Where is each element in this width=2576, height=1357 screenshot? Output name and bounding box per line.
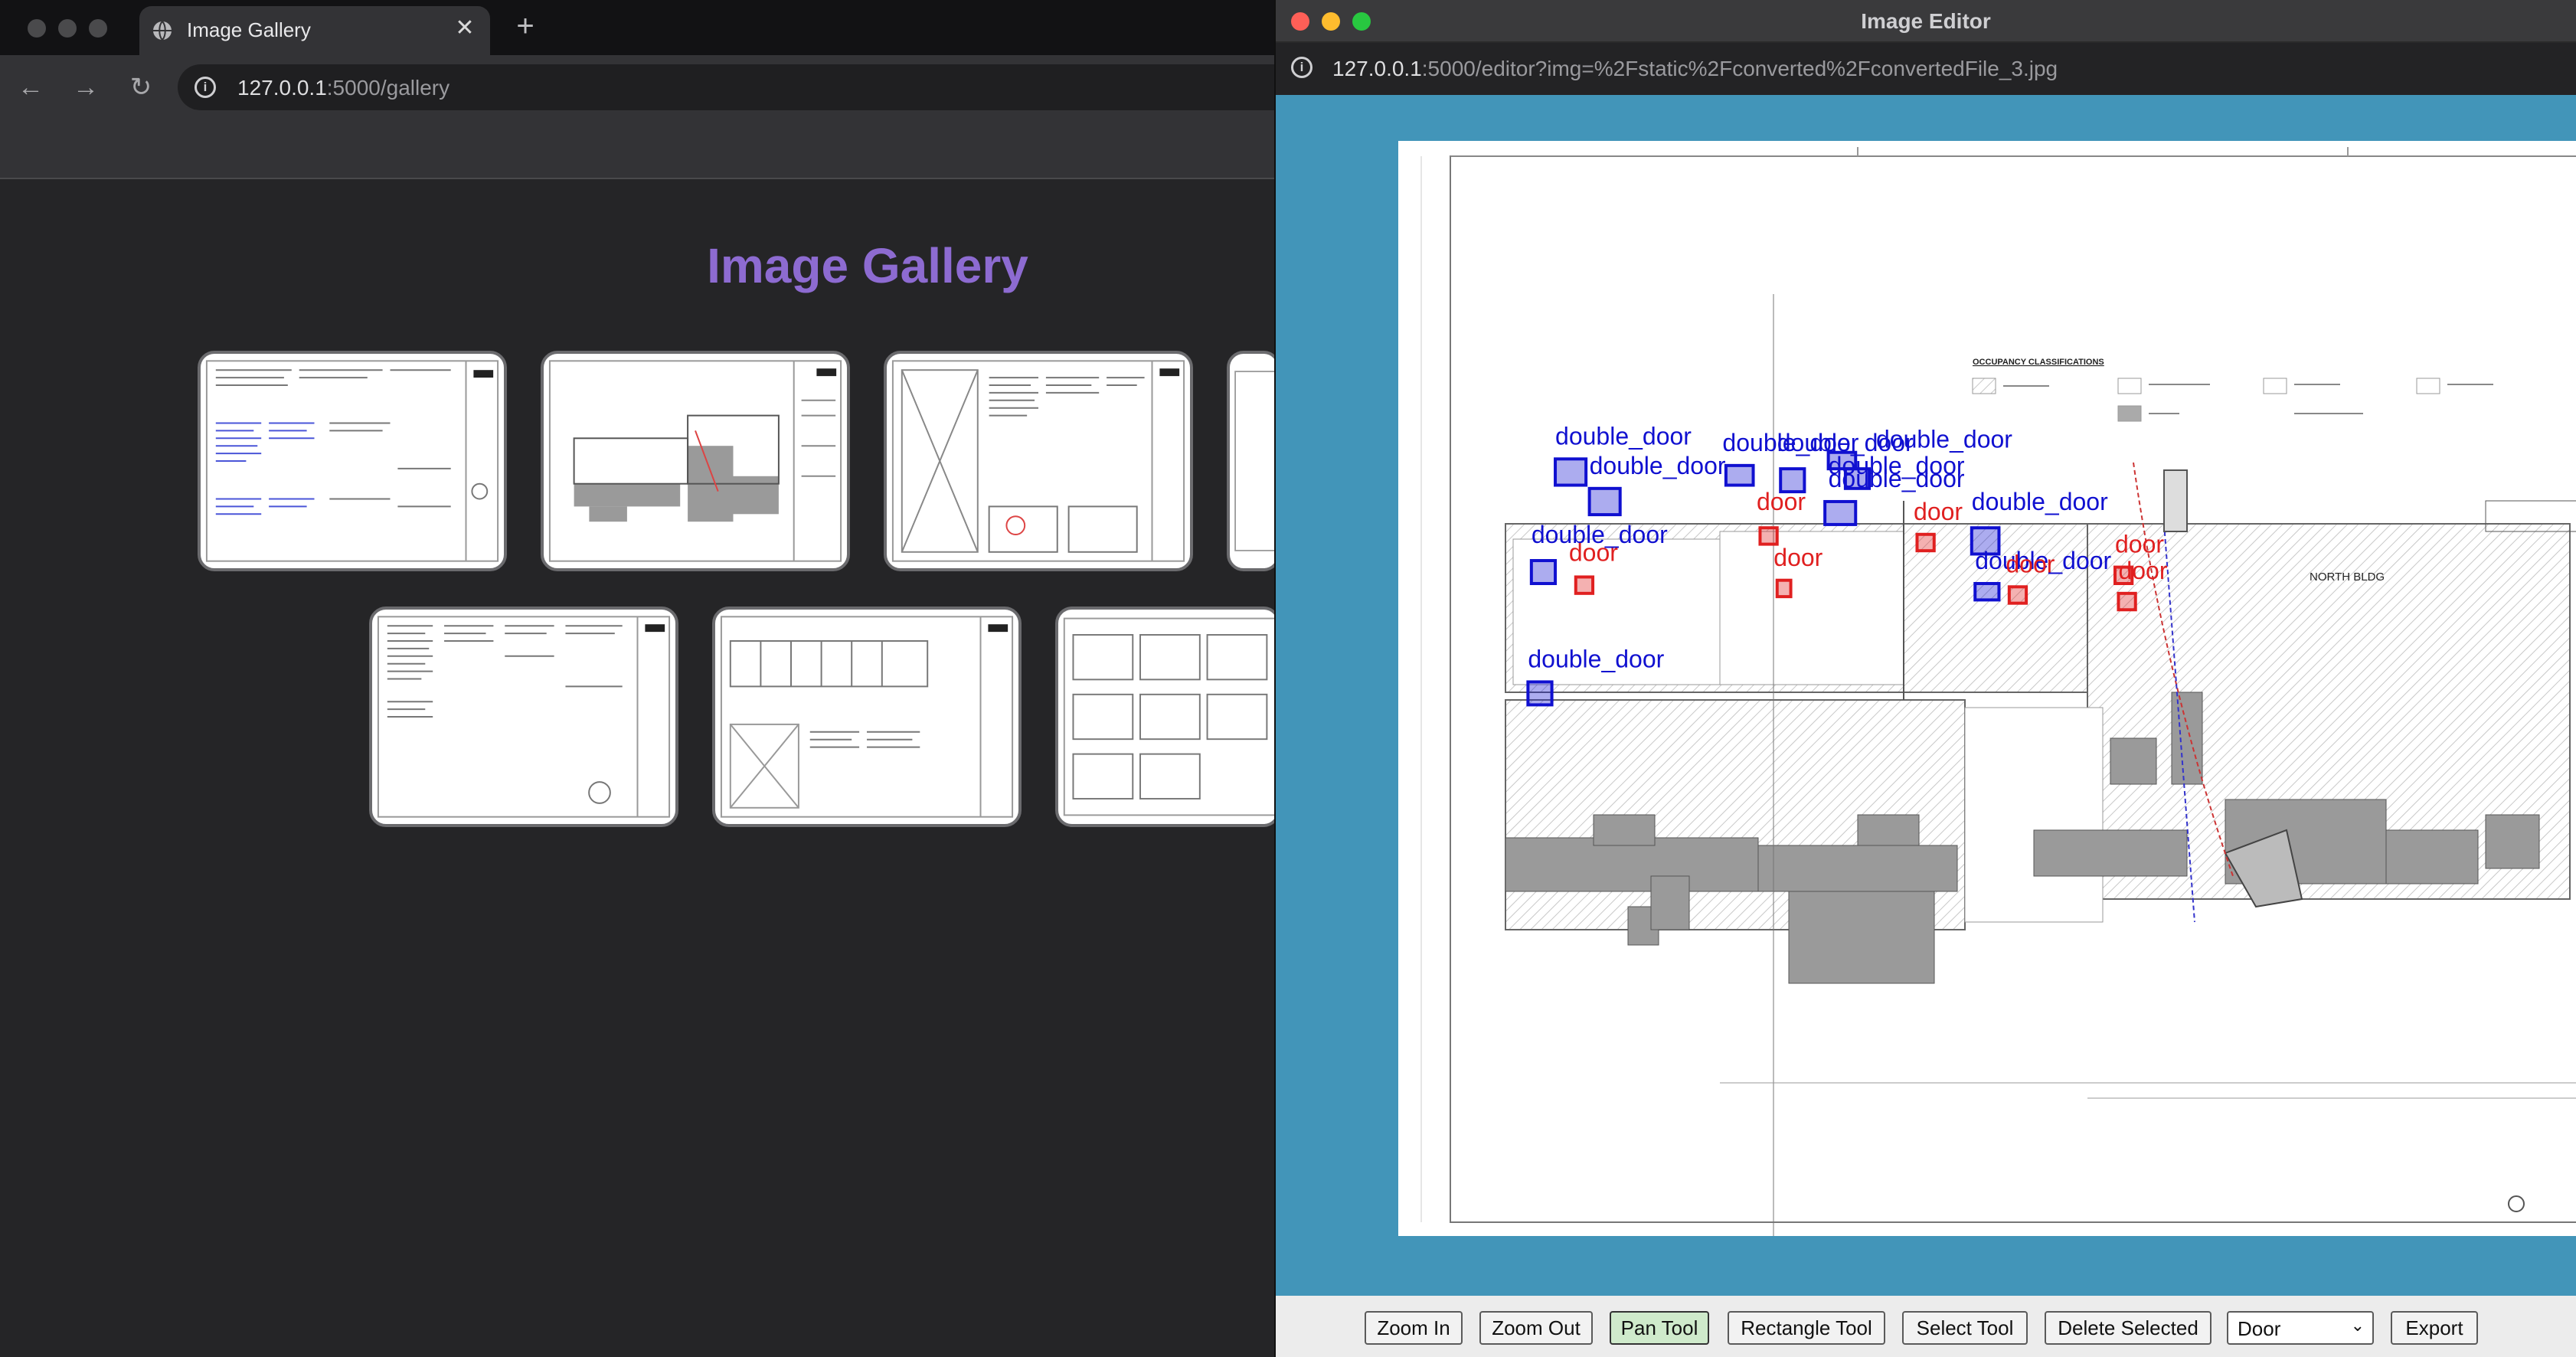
elevation-sheet-thumbnail xyxy=(720,616,1014,818)
annotation-label: double_door xyxy=(1876,426,2012,453)
close-window-button[interactable] xyxy=(28,19,46,38)
forward-button[interactable]: → xyxy=(69,70,103,104)
annotation-label: door xyxy=(1773,544,1822,571)
drawing-sheet-thumbnail xyxy=(377,616,671,818)
label-type-select[interactable]: Door ⌄ xyxy=(2227,1311,2374,1345)
annotation-label: double_door xyxy=(1590,452,1726,479)
drawing-sheet-thumbnail xyxy=(1234,371,1277,551)
door-annotation-box[interactable] xyxy=(1915,532,1936,553)
gallery-thumbnail[interactable] xyxy=(712,607,1022,827)
double-door-annotation-box[interactable] xyxy=(1529,559,1558,585)
detail-sheet-thumbnail xyxy=(1063,617,1277,816)
double-door-annotation-box[interactable] xyxy=(1973,581,2001,602)
label-type-value: Door xyxy=(2238,1317,2281,1340)
gallery-thumbnail[interactable] xyxy=(884,351,1193,571)
annotation-label: double_door xyxy=(1829,465,1965,492)
site-info-icon[interactable]: i xyxy=(1291,57,1313,78)
door-annotation-box[interactable] xyxy=(1574,575,1595,595)
annotation-label: door xyxy=(2118,557,2167,584)
annotation-label: door xyxy=(1757,488,1806,515)
double-door-annotation-box[interactable] xyxy=(1823,499,1858,526)
globe-icon xyxy=(153,21,172,41)
annotation-label: door xyxy=(1914,498,1963,525)
url-path: :5000/editor?img=%2Fstatic%2Fconverted%2… xyxy=(1421,57,2058,80)
image-editor-window: Image Editor i 127.0.0.1:5000/editor?img… xyxy=(1274,0,2576,1357)
double-door-annotation-box[interactable] xyxy=(1526,680,1554,707)
gallery-thumbnail[interactable] xyxy=(369,607,678,827)
gallery-thumbnail[interactable] xyxy=(1227,351,1280,571)
editor-toolbar: Zoom In Zoom Out Pan Tool Rectangle Tool… xyxy=(1276,1296,2576,1357)
annotation-label: door xyxy=(2006,550,2055,577)
url-host: 127.0.0.1 xyxy=(237,76,327,100)
annotation-label: door xyxy=(1569,538,1618,566)
url-host: 127.0.0.1 xyxy=(1332,57,1422,80)
pan-tool-button[interactable]: Pan Tool xyxy=(1610,1311,1709,1345)
rectangle-tool-button[interactable]: Rectangle Tool xyxy=(1728,1311,1885,1345)
zoom-in-button[interactable]: Zoom In xyxy=(1365,1311,1463,1345)
north-building-label: NORTH BLDG xyxy=(2310,571,2385,584)
select-tool-button[interactable]: Select Tool xyxy=(1902,1311,2028,1345)
annotation-label: door xyxy=(2115,531,2164,558)
back-button[interactable]: ← xyxy=(14,70,47,104)
gallery-browser-window: Image Gallery ✕ + ← → ↻ i 127.0.0.1:5000… xyxy=(0,0,1326,1357)
reload-button[interactable]: ↻ xyxy=(124,70,158,104)
site-info-icon[interactable]: i xyxy=(195,77,216,98)
door-annotation-box[interactable] xyxy=(2117,591,2137,612)
tab-title: Image Gallery xyxy=(187,18,311,41)
export-button[interactable]: Export xyxy=(2391,1311,2478,1345)
drawing-sheet-thumbnail xyxy=(891,360,1185,562)
drawing-sheet-thumbnail xyxy=(205,360,499,562)
delete-selected-button[interactable]: Delete Selected xyxy=(2045,1311,2212,1345)
close-tab-icon[interactable]: ✕ xyxy=(450,14,479,43)
minimize-window-button[interactable] xyxy=(58,19,77,38)
navigation-bar: ← → ↻ i 127.0.0.1:5000/gallery xyxy=(0,55,1326,119)
floor-plan-image[interactable]: OCCUPANCY CLASSIFICATIONS NORTH BLDG dou… xyxy=(1398,141,2576,1236)
address-bar[interactable]: i 127.0.0.1:5000/gallery xyxy=(178,64,1326,110)
tab-bar: Image Gallery ✕ + xyxy=(0,0,1277,55)
annotation-label: double_door xyxy=(1528,646,1664,673)
gallery-thumbnail[interactable] xyxy=(541,351,850,571)
editor-canvas[interactable]: OCCUPANCY CLASSIFICATIONS NORTH BLDG dou… xyxy=(1276,95,2576,1296)
editor-address-bar[interactable]: i 127.0.0.1:5000/editor?img=%2Fstatic%2F… xyxy=(1276,43,2576,95)
double-door-annotation-box[interactable] xyxy=(1587,486,1622,517)
tab-image-gallery[interactable]: Image Gallery ✕ xyxy=(139,6,490,55)
bookmark-bar xyxy=(0,119,1277,179)
annotation-label: double_door xyxy=(1555,422,1692,450)
door-annotation-box[interactable] xyxy=(1775,578,1793,599)
floor-plan-thumbnail xyxy=(548,360,842,562)
zoom-out-button[interactable]: Zoom Out xyxy=(1479,1311,1593,1345)
door-annotation-box[interactable] xyxy=(2007,585,2028,605)
url-path: :5000/gallery xyxy=(326,76,450,100)
gallery-thumbnail[interactable] xyxy=(198,351,507,571)
address-url: 127.0.0.1:5000/gallery xyxy=(237,76,449,100)
double-door-annotation-box[interactable] xyxy=(1554,457,1588,487)
double-door-annotation-box[interactable] xyxy=(1724,463,1755,487)
annotation-label: double_door xyxy=(1972,488,2108,515)
occupancy-classifications-heading: OCCUPANCY CLASSIFICATIONS xyxy=(1973,358,2104,367)
gallery-thumbnail[interactable] xyxy=(1055,607,1280,827)
door-annotation-box[interactable] xyxy=(1758,526,1779,546)
floor-plan-drawing: OCCUPANCY CLASSIFICATIONS NORTH BLDG dou… xyxy=(1420,147,2576,1236)
editor-title-bar: Image Editor xyxy=(1276,0,2576,43)
window-title: Image Editor xyxy=(1861,9,1991,33)
address-url: 127.0.0.1:5000/editor?img=%2Fstatic%2Fco… xyxy=(1332,57,2058,81)
maximize-window-button[interactable] xyxy=(89,19,107,38)
chevron-down-icon: ⌄ xyxy=(2350,1316,2365,1335)
new-tab-button[interactable]: + xyxy=(508,9,542,43)
